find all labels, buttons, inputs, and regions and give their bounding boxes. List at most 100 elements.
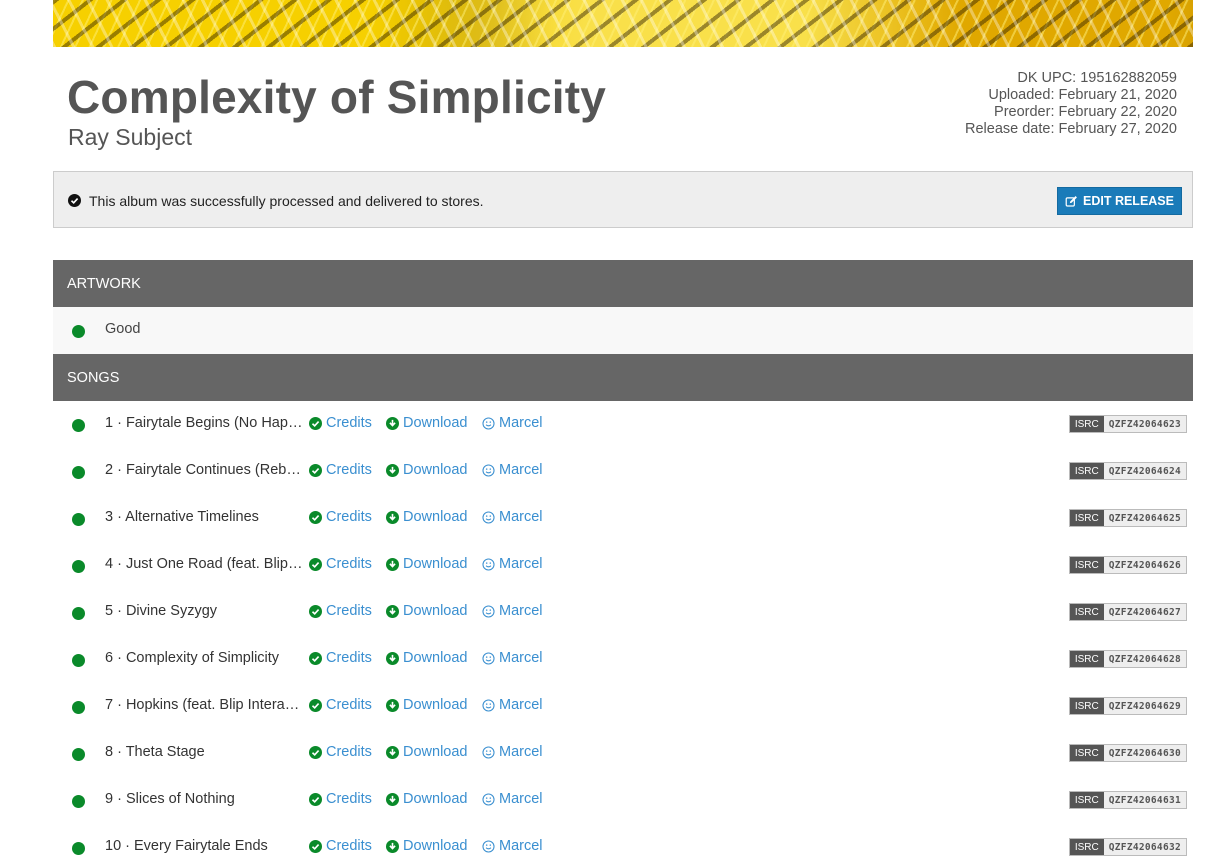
download-label: Download [403, 415, 468, 431]
download-label: Download [403, 697, 468, 713]
marcel-label: Marcel [499, 603, 543, 619]
status-dot [72, 654, 85, 667]
status-dot [72, 560, 85, 573]
song-row: 9 · Slices of Nothing Credits Download M… [53, 777, 1193, 824]
download-link[interactable]: Download [386, 509, 468, 525]
marcel-link[interactable]: Marcel [482, 650, 543, 666]
marcel-label: Marcel [499, 791, 543, 807]
uploaded-date: Uploaded: February 21, 2020 [988, 87, 1177, 103]
download-circle-icon [386, 651, 399, 665]
marcel-link[interactable]: Marcel [482, 415, 543, 431]
smile-icon [482, 792, 495, 806]
artwork-header-label: ARTWORK [67, 275, 141, 292]
download-circle-icon [386, 557, 399, 571]
marcel-label: Marcel [499, 556, 543, 572]
credits-link[interactable]: Credits [309, 838, 372, 854]
download-link[interactable]: Download [386, 415, 468, 431]
isrc-code: QZFZ42064623 [1103, 416, 1186, 432]
smile-icon [482, 745, 495, 759]
credits-link[interactable]: Credits [309, 791, 372, 807]
song-title: 1 · Fairytale Begins (No Happy Ending) [105, 415, 305, 431]
marcel-link[interactable]: Marcel [482, 791, 543, 807]
download-link[interactable]: Download [386, 838, 468, 854]
status-dot [72, 419, 85, 432]
download-circle-icon [386, 463, 399, 477]
marcel-link[interactable]: Marcel [482, 603, 543, 619]
isrc-code: QZFZ42064625 [1103, 510, 1186, 526]
check-circle-icon [309, 839, 322, 853]
status-dot [72, 466, 85, 479]
credits-label: Credits [326, 509, 372, 525]
download-link[interactable]: Download [386, 603, 468, 619]
download-link[interactable]: Download [386, 791, 468, 807]
smile-icon [482, 557, 495, 571]
check-circle-icon [309, 416, 322, 430]
marcel-link[interactable]: Marcel [482, 462, 543, 478]
song-row: 3 · Alternative Timelines Credits Downlo… [53, 495, 1193, 542]
credits-link[interactable]: Credits [309, 556, 372, 572]
credits-link[interactable]: Credits [309, 462, 372, 478]
status-dot [72, 607, 85, 620]
credits-link[interactable]: Credits [309, 415, 372, 431]
isrc-tag: ISRC [1069, 510, 1104, 526]
marcel-label: Marcel [499, 838, 543, 854]
credits-link[interactable]: Credits [309, 650, 372, 666]
download-circle-icon [386, 839, 399, 853]
song-title: 3 · Alternative Timelines [105, 509, 259, 525]
download-circle-icon [386, 698, 399, 712]
artwork-status-row: Good [53, 307, 1193, 354]
marcel-link[interactable]: Marcel [482, 744, 543, 760]
release-date: Release date: February 27, 2020 [965, 121, 1177, 137]
status-dot [72, 748, 85, 761]
credits-link[interactable]: Credits [309, 744, 372, 760]
download-link[interactable]: Download [386, 462, 468, 478]
credits-label: Credits [326, 556, 372, 572]
song-title: 8 · Theta Stage [105, 744, 205, 760]
song-title: 7 · Hopkins (feat. Blip Interactive) [105, 697, 305, 713]
song-title: 4 · Just One Road (feat. Blip Interactiv… [105, 556, 305, 572]
edit-release-button[interactable]: EDIT RELEASE [1057, 187, 1182, 215]
songs-header-label: SONGS [67, 369, 120, 386]
artist-name: Ray Subject [68, 124, 193, 150]
marcel-link[interactable]: Marcel [482, 556, 543, 572]
credits-link[interactable]: Credits [309, 603, 372, 619]
status-dot [72, 513, 85, 526]
download-link[interactable]: Download [386, 744, 468, 760]
artwork-status: Good [105, 321, 141, 337]
song-list: 1 · Fairytale Begins (No Happy Ending) C… [53, 401, 1193, 859]
status-alert: This album was successfully processed an… [53, 171, 1193, 228]
status-dot [72, 701, 85, 714]
credits-link[interactable]: Credits [309, 697, 372, 713]
marcel-link[interactable]: Marcel [482, 697, 543, 713]
download-link[interactable]: Download [386, 556, 468, 572]
download-label: Download [403, 744, 468, 760]
isrc-tag: ISRC [1069, 651, 1104, 667]
artwork-section-header: ARTWORK [53, 260, 1193, 307]
isrc-badge: ISRC QZFZ42064627 [1068, 603, 1187, 621]
check-circle-icon [309, 745, 322, 759]
song-row: 8 · Theta Stage Credits Download Marcel … [53, 730, 1193, 777]
song-row: 7 · Hopkins (feat. Blip Interactive) Cre… [53, 683, 1193, 730]
isrc-badge: ISRC QZFZ42064628 [1068, 650, 1187, 668]
status-message: This album was successfully processed an… [89, 193, 484, 209]
credits-link[interactable]: Credits [309, 509, 372, 525]
songs-section-header: SONGS [53, 354, 1193, 401]
download-link[interactable]: Download [386, 650, 468, 666]
check-circle-icon [309, 463, 322, 477]
song-title: 5 · Divine Syzygy [105, 603, 218, 619]
isrc-badge: ISRC QZFZ42064631 [1068, 791, 1187, 809]
marcel-label: Marcel [499, 697, 543, 713]
check-circle-icon [309, 792, 322, 806]
isrc-tag: ISRC [1069, 698, 1104, 714]
marcel-link[interactable]: Marcel [482, 509, 543, 525]
download-link[interactable]: Download [386, 697, 468, 713]
marcel-link[interactable]: Marcel [482, 838, 543, 854]
isrc-tag: ISRC [1069, 745, 1104, 761]
song-row: 1 · Fairytale Begins (No Happy Ending) C… [53, 401, 1193, 448]
download-circle-icon [386, 745, 399, 759]
isrc-code: QZFZ42064632 [1103, 839, 1186, 855]
isrc-code: QZFZ42064627 [1103, 604, 1186, 620]
download-label: Download [403, 791, 468, 807]
song-title: 10 · Every Fairytale Ends [105, 838, 268, 854]
edit-icon [1065, 195, 1077, 207]
